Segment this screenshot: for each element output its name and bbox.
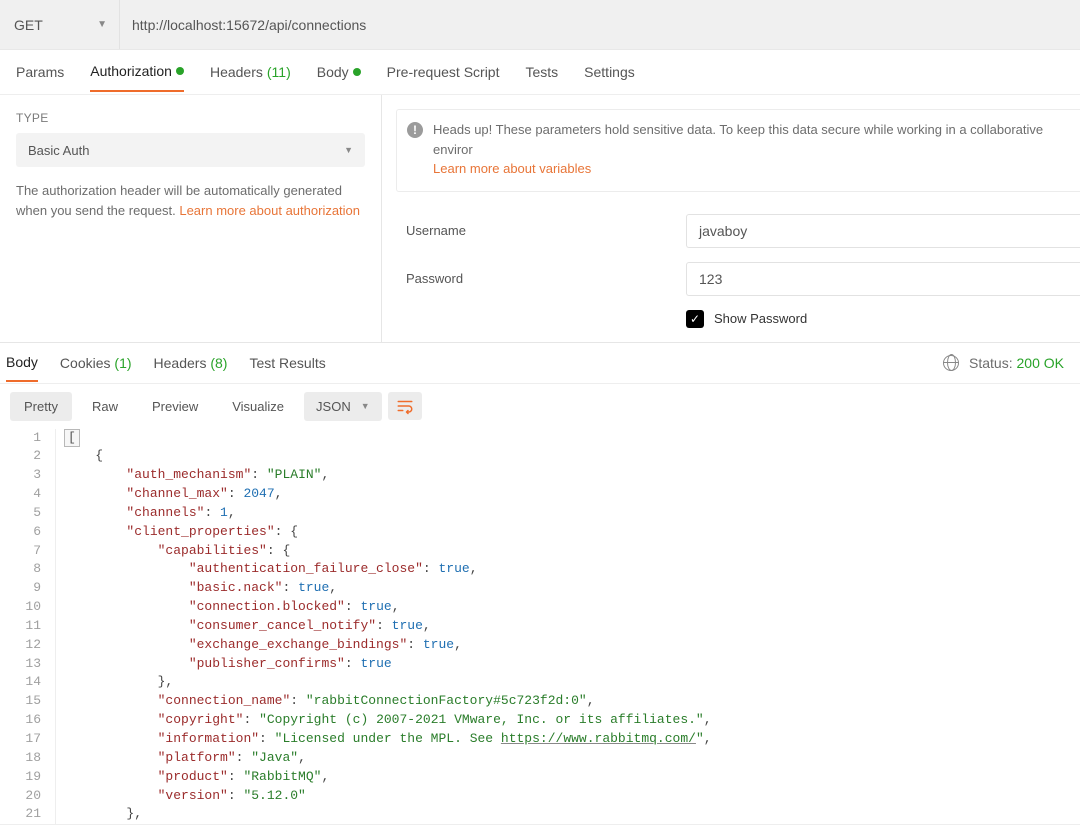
chevron-down-icon: ▼ — [344, 145, 353, 155]
type-label: TYPE — [16, 111, 365, 125]
resp-tab-headers[interactable]: Headers (8) — [154, 345, 228, 381]
learn-more-auth-link[interactable]: Learn more about authorization — [179, 203, 360, 218]
response-tabs: Body Cookies (1) Headers (8) Test Result… — [0, 343, 1080, 383]
globe-icon[interactable] — [943, 355, 959, 371]
resp-tab-cookies[interactable]: Cookies (1) — [60, 345, 132, 381]
chevron-down-icon: ▼ — [97, 19, 107, 30]
status-code: 200 OK — [1017, 355, 1064, 371]
tab-tests[interactable]: Tests — [525, 53, 558, 91]
line-gutter: 123456789101112131415161718192021 — [0, 429, 56, 825]
wrap-lines-button[interactable] — [388, 392, 422, 420]
url-value: http://localhost:15672/api/connections — [132, 17, 366, 33]
auth-type-value: Basic Auth — [28, 143, 89, 158]
password-label: Password — [406, 271, 686, 286]
info-icon: ! — [407, 122, 423, 138]
show-password-label: Show Password — [714, 311, 807, 326]
view-pretty-button[interactable]: Pretty — [10, 392, 72, 421]
resp-tab-body[interactable]: Body — [6, 344, 38, 382]
username-label: Username — [406, 223, 686, 238]
authorization-panel: TYPE Basic Auth ▼ The authorization head… — [0, 95, 1080, 343]
auth-type-selector[interactable]: Basic Auth ▼ — [16, 133, 365, 167]
wrap-icon — [396, 397, 414, 415]
resp-tab-test-results[interactable]: Test Results — [249, 345, 325, 381]
password-row: Password 123 — [396, 262, 1080, 296]
password-input[interactable]: 123 — [686, 262, 1080, 296]
request-tabs: Params Authorization Headers (11) Body P… — [0, 50, 1080, 94]
tab-params[interactable]: Params — [16, 53, 64, 91]
auth-type-panel: TYPE Basic Auth ▼ The authorization head… — [0, 95, 382, 342]
method-value: GET — [14, 17, 43, 33]
method-selector[interactable]: GET ▼ — [0, 0, 120, 49]
auth-description: The authorization header will be automat… — [16, 181, 365, 220]
username-row: Username javaboy — [396, 214, 1080, 248]
username-input[interactable]: javaboy — [686, 214, 1080, 248]
show-password-row: ✓ Show Password — [396, 310, 1080, 328]
show-password-checkbox[interactable]: ✓ — [686, 310, 704, 328]
url-input[interactable]: http://localhost:15672/api/connections — [120, 0, 1080, 49]
tab-authorization[interactable]: Authorization — [90, 52, 184, 92]
view-preview-button[interactable]: Preview — [138, 392, 212, 421]
chevron-down-icon: ▼ — [361, 401, 370, 411]
tab-body[interactable]: Body — [317, 53, 361, 91]
response-body: 123456789101112131415161718192021 [ { "a… — [0, 429, 1080, 825]
tab-settings[interactable]: Settings — [584, 53, 635, 91]
heads-up-banner: ! Heads up! These parameters hold sensit… — [396, 109, 1080, 192]
view-visualize-button[interactable]: Visualize — [218, 392, 298, 421]
code-content[interactable]: [ { "auth_mechanism": "PLAIN", "channel_… — [56, 429, 1080, 825]
dot-icon — [353, 68, 361, 76]
tab-headers[interactable]: Headers (11) — [210, 53, 291, 91]
learn-more-variables-link[interactable]: Learn more about variables — [433, 161, 591, 176]
response-view-bar: Pretty Raw Preview Visualize JSON ▼ — [0, 384, 1080, 429]
response-status: Status: 200 OK — [943, 355, 1074, 371]
dot-icon — [176, 67, 184, 75]
format-selector[interactable]: JSON ▼ — [304, 392, 382, 421]
auth-credentials-panel: ! Heads up! These parameters hold sensit… — [382, 95, 1080, 342]
request-bar: GET ▼ http://localhost:15672/api/connect… — [0, 0, 1080, 50]
tab-prerequest[interactable]: Pre-request Script — [387, 53, 500, 91]
view-raw-button[interactable]: Raw — [78, 392, 132, 421]
